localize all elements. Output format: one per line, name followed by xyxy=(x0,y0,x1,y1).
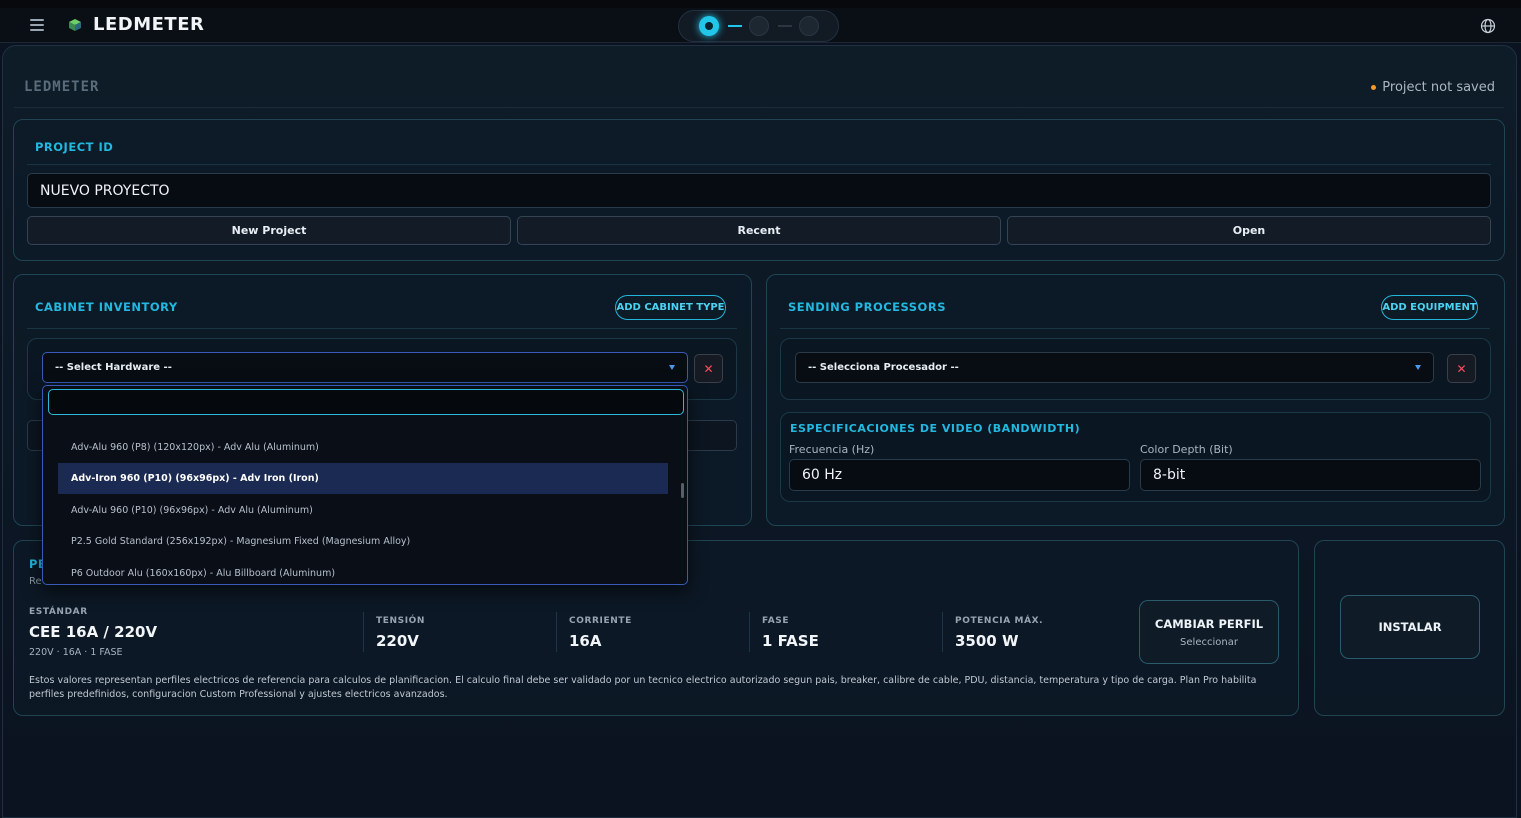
step-connector xyxy=(728,25,742,27)
change-profile-button[interactable]: CAMBIAR PERFIL Seleccionar xyxy=(1139,600,1279,664)
processor-select-value: -- Selecciona Procesador -- xyxy=(808,362,959,373)
step-3-indicator[interactable] xyxy=(799,16,819,36)
hardware-select[interactable]: -- Select Hardware -- xyxy=(42,352,688,383)
install-label: INSTALAR xyxy=(1378,620,1442,634)
divider xyxy=(27,164,1491,165)
install-button[interactable]: INSTALAR xyxy=(1340,595,1480,659)
power-disclaimer: Estos valores representan perfiles elect… xyxy=(29,675,1257,700)
change-profile-label: CAMBIAR PERFIL xyxy=(1154,616,1264,631)
chevron-down-icon xyxy=(669,364,675,370)
step-connector xyxy=(778,25,792,27)
dropdown-option[interactable]: P2.5 Gold Standard (256x192px) - Magnesi… xyxy=(58,526,668,557)
dropdown-option[interactable]: P6 Outdoor Alu (160x160px) - Alu Billboa… xyxy=(58,558,668,584)
color-depth-input[interactable]: 8-bit xyxy=(1140,459,1481,491)
divider xyxy=(556,612,557,652)
standard-value: CEE 16A / 220V xyxy=(29,623,158,641)
browser-strip xyxy=(0,0,1521,8)
cube-logo-icon xyxy=(69,19,81,31)
divider xyxy=(14,107,1504,108)
hardware-select-value: -- Select Hardware -- xyxy=(55,362,172,373)
max-power-label: POTENCIA MÁX. xyxy=(955,616,1044,626)
divider xyxy=(942,612,943,652)
save-status: Project not saved xyxy=(1371,80,1495,95)
divider xyxy=(749,612,750,652)
dropdown-option-selected[interactable]: Adv-Iron 960 (P10) (96x96px) - Adv Iron … xyxy=(58,463,668,494)
progress-stepper xyxy=(678,10,839,42)
step-1-indicator[interactable] xyxy=(699,16,719,36)
standard-label: ESTÁNDAR xyxy=(29,607,88,617)
voltage-value: 220V xyxy=(376,632,419,650)
step-2-indicator[interactable] xyxy=(749,16,769,36)
max-power-value: 3500 W xyxy=(955,632,1019,650)
divider xyxy=(780,328,1490,329)
processors-title: SENDING PROCESSORS xyxy=(788,300,946,314)
save-status-text: Project not saved xyxy=(1382,80,1495,95)
dropdown-option[interactable]: Adv-Alu 960 (P10) (96x96px) - Adv Alu (A… xyxy=(58,495,668,526)
voltage-label: TENSIÓN xyxy=(376,616,426,626)
remove-cabinet-button[interactable]: ✕ xyxy=(694,354,723,383)
remove-processor-button[interactable]: ✕ xyxy=(1447,354,1476,383)
cabinet-title: CABINET INVENTORY xyxy=(35,300,178,314)
project-name-input[interactable]: NUEVO PROYECTO xyxy=(27,173,1491,208)
hardware-dropdown: Adv-Alu 960 (P8) (120x120px) - Adv Alu (… xyxy=(42,385,688,585)
chevron-down-icon xyxy=(1415,364,1421,370)
frequency-input[interactable]: 60 Hz xyxy=(789,459,1130,491)
dropdown-search-input[interactable] xyxy=(48,389,684,415)
top-bar: LEDMETER xyxy=(0,0,1521,43)
dropdown-scrollbar[interactable] xyxy=(681,483,684,498)
color-depth-label: Color Depth (Bit) xyxy=(1140,443,1233,456)
processor-select[interactable]: -- Selecciona Procesador -- xyxy=(795,352,1434,383)
hamburger-menu-icon[interactable] xyxy=(30,19,44,31)
globe-icon[interactable] xyxy=(1480,18,1496,34)
add-equipment-button[interactable]: ADD EQUIPMENT xyxy=(1381,295,1478,320)
power-subtitle: Re xyxy=(29,576,42,587)
divider xyxy=(27,328,737,329)
open-button[interactable]: Open xyxy=(1007,216,1491,245)
brand-title: LEDMETER xyxy=(93,14,205,35)
ghost-logo: LEDMETER xyxy=(24,79,100,95)
phase-value: 1 FASE xyxy=(762,632,819,650)
dropdown-option[interactable]: Adv-Alu 960 (P8) (120x120px) - Adv Alu (… xyxy=(58,432,668,463)
divider xyxy=(363,612,364,652)
current-value: 16A xyxy=(569,632,602,650)
frequency-label: Frecuencia (Hz) xyxy=(789,443,875,456)
phase-label: FASE xyxy=(762,616,790,626)
unsaved-dot-icon xyxy=(1371,85,1377,90)
current-label: CORRIENTE xyxy=(569,616,632,626)
change-profile-sub: Seleccionar xyxy=(1180,636,1238,648)
add-cabinet-type-button[interactable]: ADD CABINET TYPE xyxy=(615,295,726,320)
project-title: PROJECT ID xyxy=(35,140,114,154)
standard-sub: 220V · 16A · 1 FASE xyxy=(29,647,123,658)
spacer xyxy=(1314,540,1315,541)
new-project-button[interactable]: New Project xyxy=(27,216,511,245)
recent-button[interactable]: Recent xyxy=(517,216,1001,245)
video-specs-title: ESPECIFICACIONES DE VIDEO (BANDWIDTH) xyxy=(790,422,1081,435)
